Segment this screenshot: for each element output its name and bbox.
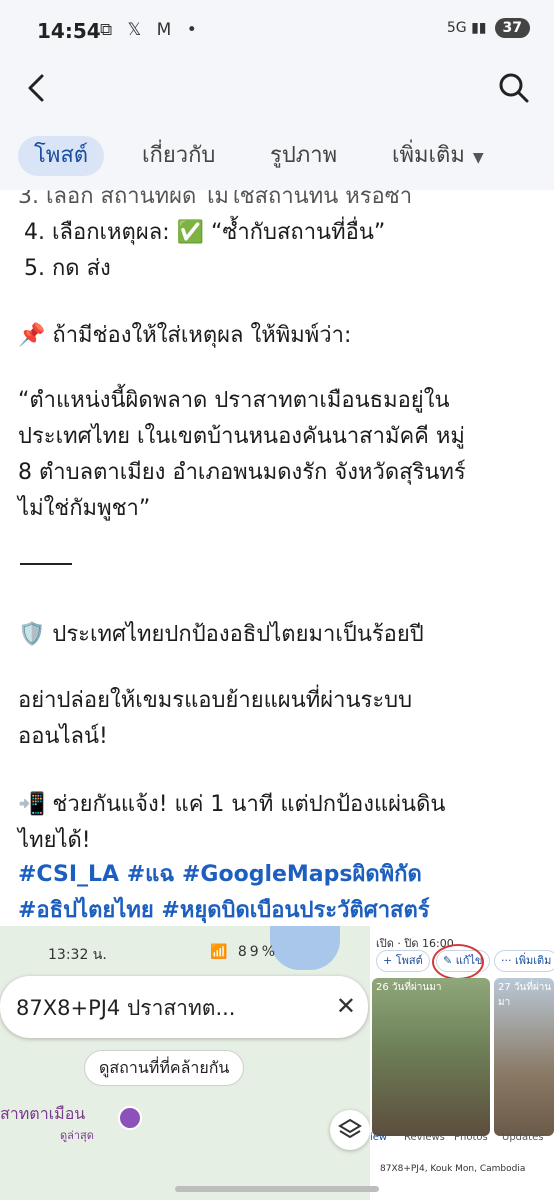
add-post-chip: + โพสต์ (376, 950, 430, 972)
arrow-left-icon (28, 74, 44, 102)
tab-updates: Updates (502, 1132, 544, 1143)
post-cta-line-2: ไทยได้! (18, 828, 91, 853)
place-address: 87X8+PJ4, Kouk Mon, Cambodia (380, 1164, 526, 1174)
photo-tree: 26 วันที่ผ่านมา (372, 978, 490, 1136)
map-water (270, 926, 340, 970)
post-quote-line-1: “ตำแหน่งนี้ผิดพลาด ปราสาทตาเมือนธมอยู่ใน (18, 388, 450, 413)
post-shield-line: 🛡️ ประเทศไทยปกป้องอธิปไตยมาเป็นร้อยปี (18, 622, 424, 647)
similar-places-chip: ดูสถานที่ที่คล้ายกัน (84, 1050, 245, 1086)
map-search-text: 87X8+PJ4 ปราสาทต... (16, 996, 236, 1020)
gesture-nav-handle[interactable] (175, 1186, 379, 1192)
post-step3-partial: 3. เลือก สถานที่ผิด ไม่ใช่สถานที่นี้ หรื… (18, 190, 413, 209)
divider (20, 563, 72, 565)
map-status-time: 13:32 น. (48, 947, 107, 963)
post-quote-line-2: ประเทศไทย เในเขตบ้านหนองคันนาสามัคคี หมู… (18, 424, 465, 449)
photo-caption-2: 27 วันที่ผ่านมา (498, 982, 552, 1008)
status-time: 14:54 (37, 19, 101, 43)
photo-caption-1: 26 วันที่ผ่านมา (376, 982, 442, 993)
layers-icon (330, 1110, 370, 1150)
tab-about[interactable]: เกี่ยวกับ (142, 136, 215, 176)
tab-photos[interactable]: รูปภาพ (270, 136, 337, 176)
place-details-screenshot: เปิด · ปิด 16:00 + โพสต์ ✎ แก้ไข ··· เพิ… (370, 926, 554, 1200)
tab-more-label: เพิ่มเติม (392, 143, 465, 168)
map-place-sub: ดูล่าสุด (60, 1129, 94, 1142)
tab-about-label: เกี่ยวกับ (142, 143, 216, 168)
battery-icon: 37 (494, 18, 530, 38)
post-step4: 4. เลือกเหตุผล: ✅ “ซ้ำกับสถานที่อื่น” (24, 220, 386, 245)
tab-more[interactable]: เพิ่มเติม ▼ (392, 136, 484, 176)
status-right: 5G ▮▮ 37 (447, 18, 530, 38)
more-chip: ··· เพิ่มเติม (494, 950, 554, 972)
search-button[interactable] (494, 68, 534, 108)
post-hashtags-line-2[interactable]: #อธิปไตยไทย #หยุดบิดเบือนประวัติศาสตร์ (18, 892, 430, 926)
post-quote-line-4: ไม่ใช่กัมพูชา” (18, 496, 151, 521)
tab-overview: iew (370, 1132, 388, 1143)
post-reason-intro: 📌 ถ้ามีช่องให้ใส่เหตุผล ให้พิมพ์ว่า: (18, 323, 352, 348)
back-button[interactable] (18, 68, 58, 108)
tab-posts[interactable]: โพสต์ (18, 136, 105, 176)
tab-photos-label: รูปภาพ (270, 143, 338, 168)
post-cta-line-1: 📲 ช่วยกันแจ้ง! แค่ 1 นาที แต่ปกป้องแผ่นด… (18, 792, 446, 817)
post-warning-line-2: ออนไลน์! (18, 724, 108, 749)
tab-bar: โพสต์ เกี่ยวกับ รูปภาพ เพิ่มเติม ▼ (0, 120, 554, 190)
post-warning-line-1: อย่าปล่อยให้เขมรแอบย้ายแผนที่ผ่านระบบ (18, 688, 413, 713)
red-highlight-circle (432, 944, 484, 980)
tab-photos-map: Photos (454, 1132, 488, 1143)
app-header (0, 62, 554, 120)
tab-reviews: Reviews (404, 1132, 445, 1143)
post-step5: 5. กด ส่ง (24, 256, 111, 281)
map-search-bar: 87X8+PJ4 ปราสาทต... ✕ (0, 976, 368, 1038)
notification-icons: ⧉ 𝕏 M • (100, 20, 202, 40)
photo-ruins: 27 วันที่ผ่านมา (494, 978, 554, 1136)
search-icon (499, 73, 529, 103)
post-quote-line-3: 8 ตำบลตาเมียง อำเภอพนมดงรัก จังหวัดสุริน… (18, 460, 466, 485)
post-hashtags-line-1[interactable]: #CSI_LA #แฉ #GoogleMapsผิดพิกัด (18, 856, 422, 891)
tab-posts-label: โพสต์ (34, 143, 89, 168)
status-bar: 14:54 ⧉ 𝕏 M • 5G ▮▮ 37 (0, 0, 554, 62)
map-place-label: สาทตาเมือน (0, 1104, 86, 1123)
map-screenshot: 13:32 น. 📶 89% 87X8+PJ4 ปราสาทต... ✕ ดูส… (0, 926, 370, 1200)
signal-icon: 5G ▮▮ (446, 20, 487, 36)
post-image[interactable]: 13:32 น. 📶 89% 87X8+PJ4 ปราสาทต... ✕ ดูส… (0, 926, 554, 1200)
chevron-down-icon: ▼ (472, 150, 484, 166)
map-status-icons: 📶 89% (210, 944, 278, 960)
post-content: 3. เลือก สถานที่ผิด ไม่ใช่สถานที่นี้ หรื… (0, 190, 554, 926)
close-icon: ✕ (335, 992, 356, 1020)
place-pin-icon (118, 1106, 142, 1130)
